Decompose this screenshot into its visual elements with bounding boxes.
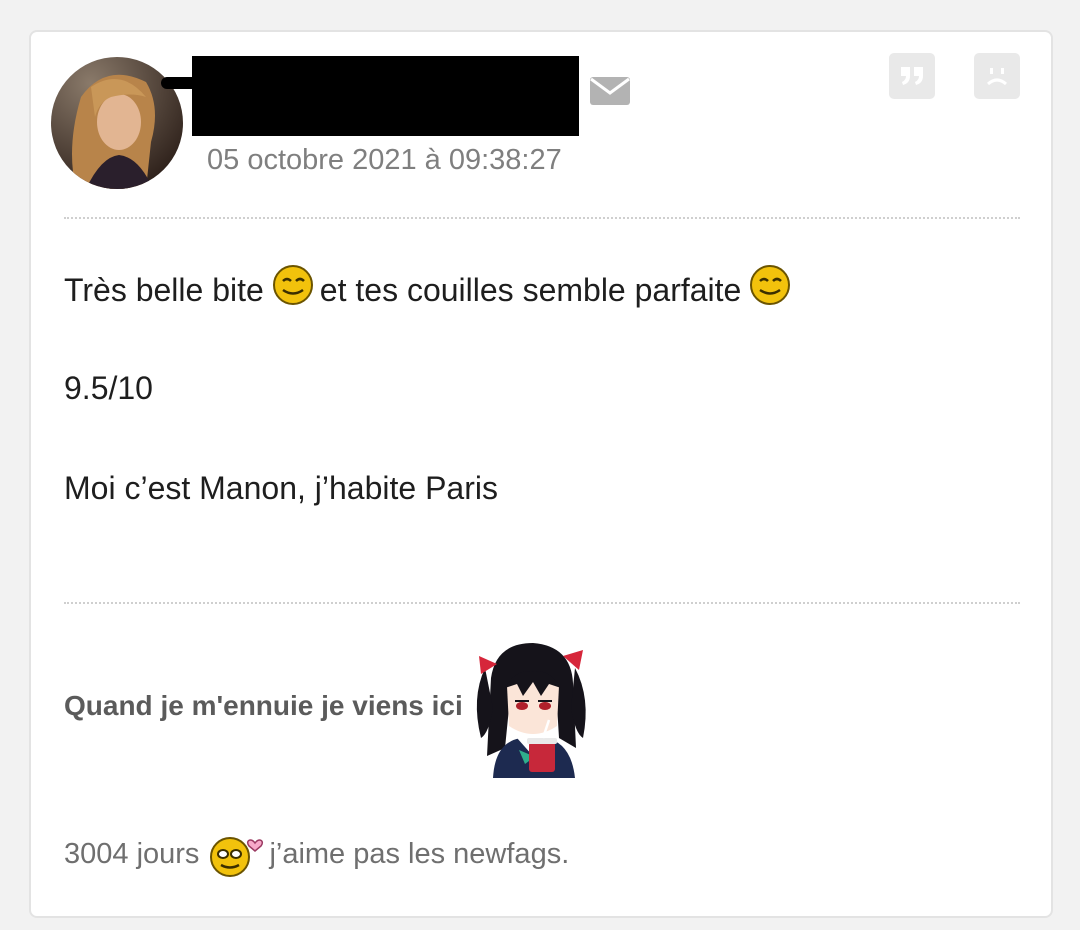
love-smiley-icon <box>210 837 264 877</box>
signature-text: Quand je m'ennuie je viens ici <box>64 690 463 721</box>
message-line-1: Très belle bite et tes couilles semble p… <box>64 264 791 316</box>
quote-button[interactable] <box>889 53 935 99</box>
envelope-icon[interactable] <box>589 76 631 106</box>
message-line-2: 9.5/10 <box>64 370 153 406</box>
message-text: et tes couilles semble parfaite <box>319 271 742 308</box>
report-button[interactable] <box>974 53 1020 99</box>
account-age: 3004 jours <box>64 837 200 870</box>
signature-tagline: j’aime pas les newfags. <box>269 837 570 870</box>
signature-footer: 3004 jours j’aime pas les newfags. <box>64 829 569 879</box>
wink-smiley-icon <box>750 265 791 305</box>
message-line-3: Moi c’est Manon, j’habite Paris <box>64 470 498 506</box>
forum-post-card: 05 octobre 2021 à 09:38:27 Très belle bi… <box>29 30 1053 918</box>
wink-smiley-icon <box>272 265 313 305</box>
header-divider <box>64 217 1020 219</box>
sad-face-icon <box>987 68 1007 86</box>
quote-icon <box>901 67 923 85</box>
anime-sticker-image <box>471 638 591 778</box>
message-text: Très belle bite <box>64 271 264 308</box>
post-date: 05 octobre 2021 à 09:38:27 <box>207 144 562 176</box>
signature-divider <box>64 602 1020 604</box>
redacted-username[interactable] <box>192 56 579 136</box>
